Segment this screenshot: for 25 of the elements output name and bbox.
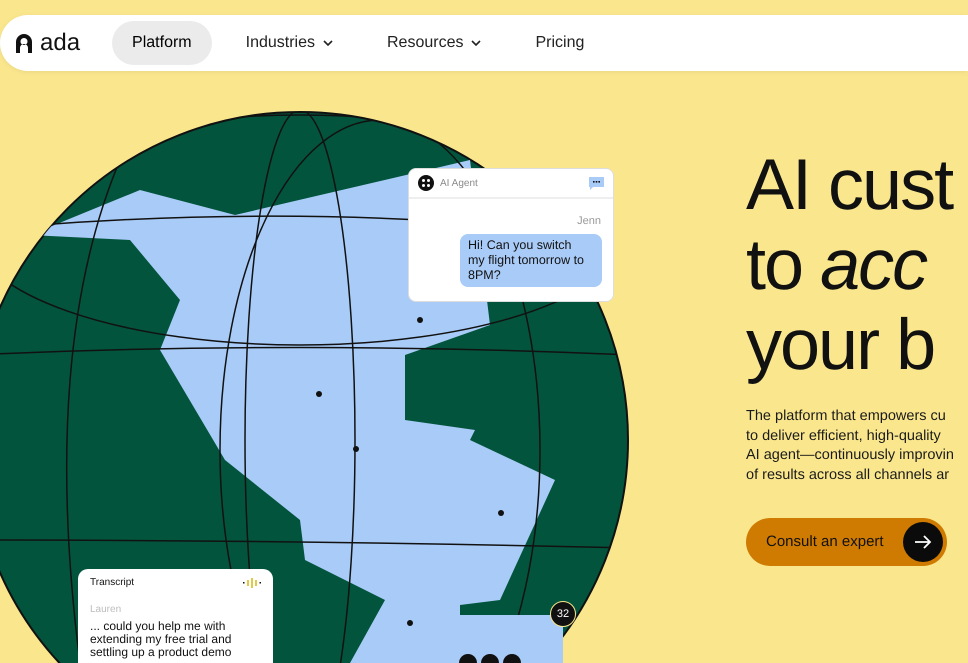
nav-item[interactable]: Platform	[112, 21, 212, 65]
speaker-name: Lauren	[90, 603, 122, 617]
transcript-text: ... could you help me with extending my free trial and settling up a product demo	[90, 620, 232, 659]
logo-text[interactable]: ada	[40, 31, 80, 55]
sender-name: Jenn	[576, 214, 602, 229]
chat-title: AI Agent	[440, 176, 479, 190]
audio-wave-icon	[243, 578, 261, 588]
nav-item[interactable]: Resources	[367, 21, 502, 65]
arrow-right-icon	[903, 522, 943, 562]
agent-avatar-icon	[418, 175, 434, 191]
description-line: to deliver efficient, high-quality	[746, 426, 942, 446]
typing-dots-icon	[458, 653, 522, 663]
logo-icon	[14, 32, 34, 54]
headline-line: AI cust	[746, 145, 954, 225]
consult-button[interactable]: Consult an expert	[746, 518, 947, 566]
chat-message: Hi! Can you switch my flight tomorrow to 8PM?	[460, 234, 602, 286]
chat-bubble-icon	[589, 176, 604, 190]
nav-item[interactable]: Industries	[226, 21, 353, 65]
headline-line: your b	[746, 305, 936, 385]
description-line: The platform that empowers cu	[746, 407, 947, 426]
description-line: of results across all channels ar	[746, 466, 950, 484]
nav-item[interactable]: Pricing	[515, 21, 604, 65]
transcript-title: Transcript	[90, 576, 136, 590]
description-line: AI agent—continuously improvin	[746, 446, 955, 465]
headline-line: to acc	[746, 225, 928, 305]
